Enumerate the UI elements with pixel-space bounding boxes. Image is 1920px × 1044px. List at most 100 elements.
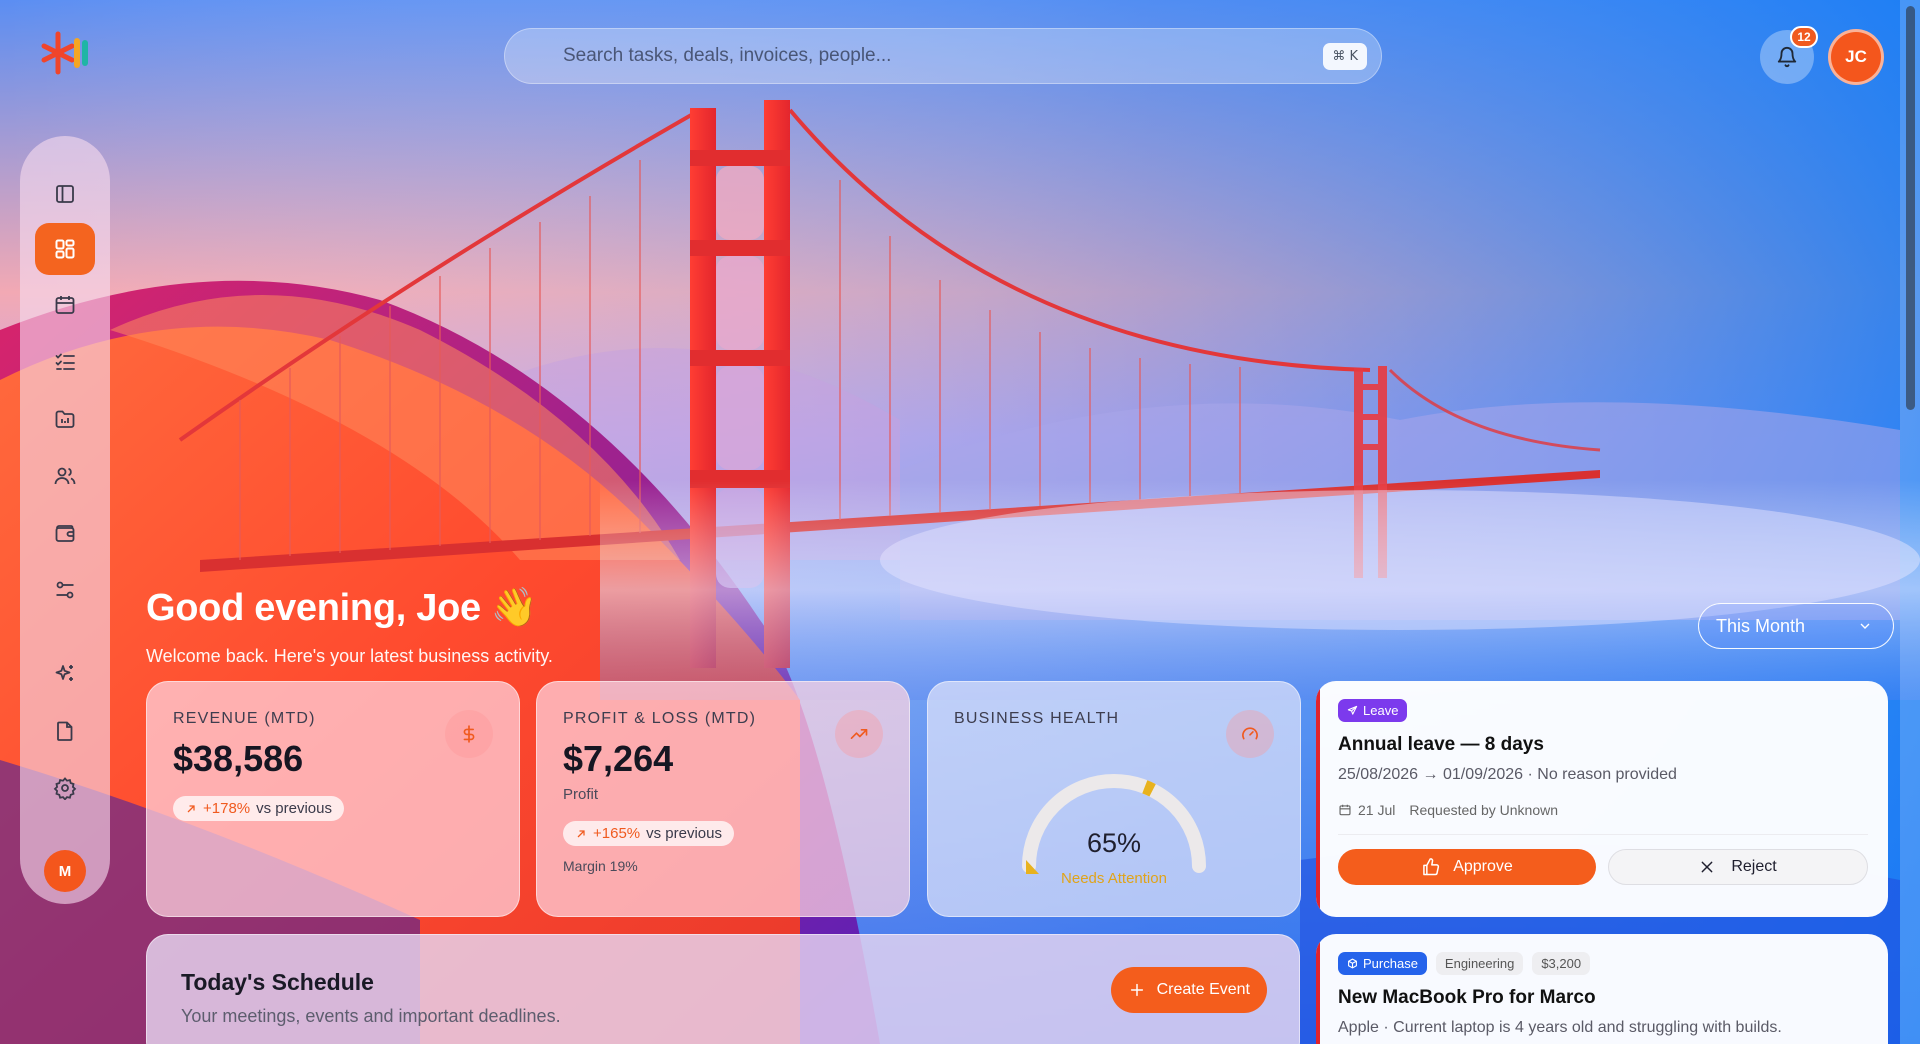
wallet-icon [55, 525, 75, 542]
revenue-trend: +178% vs previous [173, 796, 344, 821]
sidebar-toggle-button[interactable] [35, 168, 95, 220]
approval-meta: 21 Jul Requested by Unknown [1338, 802, 1868, 818]
department-tag: Engineering [1435, 952, 1524, 975]
profit-trend-text: vs previous [646, 825, 722, 842]
schedule-title: Today's Schedule [181, 969, 374, 995]
period-select[interactable]: This Month [1698, 603, 1894, 649]
approve-button[interactable]: Approve [1338, 849, 1596, 885]
plane-icon [1347, 705, 1358, 715]
plus-icon [1130, 983, 1143, 997]
users-icon [54, 467, 76, 485]
profit-label: PROFIT & LOSS (MTD) [563, 710, 757, 727]
box-icon [1348, 958, 1357, 969]
sidebar: M [20, 136, 110, 904]
trend-up-arrow-icon [187, 804, 195, 812]
approval-card-purchase: Purchase Engineering $3,200 New MacBook … [1316, 934, 1888, 1044]
approve-button-label: Approve [1453, 858, 1513, 875]
purchase-title: New MacBook Pro for Marco [1338, 987, 1596, 1008]
global-search[interactable]: ⌘ K [504, 28, 1382, 84]
trend-up-arrow-icon [577, 829, 585, 837]
app-logo[interactable] [40, 28, 92, 78]
approval-requester: Requested by Unknown [1409, 802, 1559, 818]
profit-value: $7,264 [563, 738, 674, 779]
sidebar-item-dashboard[interactable] [35, 223, 95, 275]
sidebar-item-wallet[interactable] [35, 507, 95, 559]
workspace-avatar[interactable]: M [44, 850, 86, 892]
sidebar-item-documents[interactable] [35, 705, 95, 757]
health-icon-badge [1226, 710, 1274, 758]
period-selected-value: This Month [1716, 615, 1806, 636]
close-icon [1701, 861, 1713, 873]
page-scrollbar[interactable] [1900, 0, 1920, 1044]
revenue-value: $38,586 [173, 738, 304, 779]
health-gauge [1022, 774, 1206, 874]
sidebar-item-workflows[interactable] [35, 564, 95, 616]
schedule-subtitle: Your meetings, events and important dead… [181, 1006, 561, 1026]
trending-up-icon [850, 729, 868, 739]
purchase-detail: Apple · Current laptop is 4 years old an… [1338, 1019, 1782, 1036]
approval-title: Annual leave — 8 days [1338, 734, 1544, 755]
gear-icon [53, 777, 77, 800]
approval-actions: Approve Reject [1338, 849, 1868, 885]
calendar-icon [55, 296, 75, 314]
calendar-small-icon [1339, 804, 1351, 816]
search-input[interactable] [563, 45, 1324, 67]
profit-sub-label: Profit [563, 786, 599, 803]
revenue-trend-text: vs previous [256, 800, 332, 817]
profit-loss-card: PROFIT & LOSS (MTD) $7,264 Profit +165% … [536, 681, 910, 917]
approval-tags: Leave [1338, 699, 1868, 722]
approval-detail: 25/08/2026 → 01/09/2026 · No reason prov… [1338, 766, 1677, 783]
approval-date: 21 Jul [1338, 802, 1395, 818]
greeting-section: Good evening, Joe 👋 Welcome back. Here's… [146, 586, 553, 667]
revenue-trend-percent: +178% [203, 800, 251, 817]
profit-trend: +165% vs previous [563, 821, 734, 846]
health-value: 65% [1086, 828, 1142, 858]
scrollbar-thumb[interactable] [1906, 6, 1915, 410]
search-shortcut-hint: ⌘ K [1323, 42, 1367, 70]
thumbs-up-icon [1423, 858, 1440, 876]
create-event-button[interactable]: Create Event [1110, 967, 1267, 1013]
greeting-subtitle: Welcome back. Here's your latest busines… [146, 646, 553, 666]
approval-date-text: 21 Jul [1358, 802, 1396, 818]
leave-tag: Leave [1338, 699, 1408, 722]
folder-chart-icon [55, 410, 75, 428]
health-label: BUSINESS HEALTH [954, 710, 1120, 727]
gauge-icon [1242, 727, 1258, 740]
health-status: Needs Attention [1061, 870, 1167, 887]
sidebar-item-settings[interactable] [35, 762, 95, 814]
user-avatar[interactable]: JC [1828, 29, 1884, 85]
health-gauge-fill [1142, 780, 1156, 797]
profit-trend-percent: +165% [593, 825, 641, 842]
sparkles-icon [55, 665, 73, 681]
bell-icon [1777, 47, 1797, 68]
sidebar-item-tasks[interactable] [35, 336, 95, 388]
profit-icon-badge [835, 710, 883, 758]
sidebar-item-calendar[interactable] [35, 279, 95, 331]
notification-count-badge: 12 [1790, 26, 1818, 48]
greeting-text: Good evening, Joe [146, 586, 481, 629]
chevron-down-icon [1860, 623, 1870, 629]
checklist-icon [55, 353, 75, 370]
approval-card-leave: Leave Annual leave — 8 days 25/08/2026 →… [1316, 681, 1888, 917]
revenue-card: REVENUE (MTD) $38,586 +178% vs previous [146, 681, 520, 917]
leave-tag-label: Leave [1363, 703, 1399, 718]
purchase-tag: Purchase [1338, 952, 1427, 975]
reject-button-label: Reject [1731, 858, 1777, 875]
revenue-label: REVENUE (MTD) [173, 710, 316, 727]
purchase-tag-label: Purchase [1363, 956, 1418, 971]
sidebar-item-projects[interactable] [35, 393, 95, 445]
todays-schedule-card: Today's Schedule Your meetings, events a… [146, 934, 1300, 1044]
file-icon [57, 721, 73, 741]
dashboard-grid-icon [55, 239, 75, 259]
sidebar-item-ai[interactable] [35, 648, 95, 700]
dollar-icon [463, 725, 475, 743]
amount-tag: $3,200 [1532, 952, 1591, 975]
sliders-icon [56, 581, 74, 599]
waving-hand-emoji: 👋 [490, 587, 538, 629]
notifications-button[interactable]: 12 [1760, 26, 1818, 84]
reject-button[interactable]: Reject [1608, 849, 1868, 885]
sidebar-toggle-icon [56, 185, 74, 203]
sidebar-item-people[interactable] [35, 450, 95, 502]
purchase-tags: Purchase Engineering $3,200 [1338, 952, 1868, 975]
business-health-card: BUSINESS HEALTH 65% Needs Attention [927, 681, 1301, 917]
